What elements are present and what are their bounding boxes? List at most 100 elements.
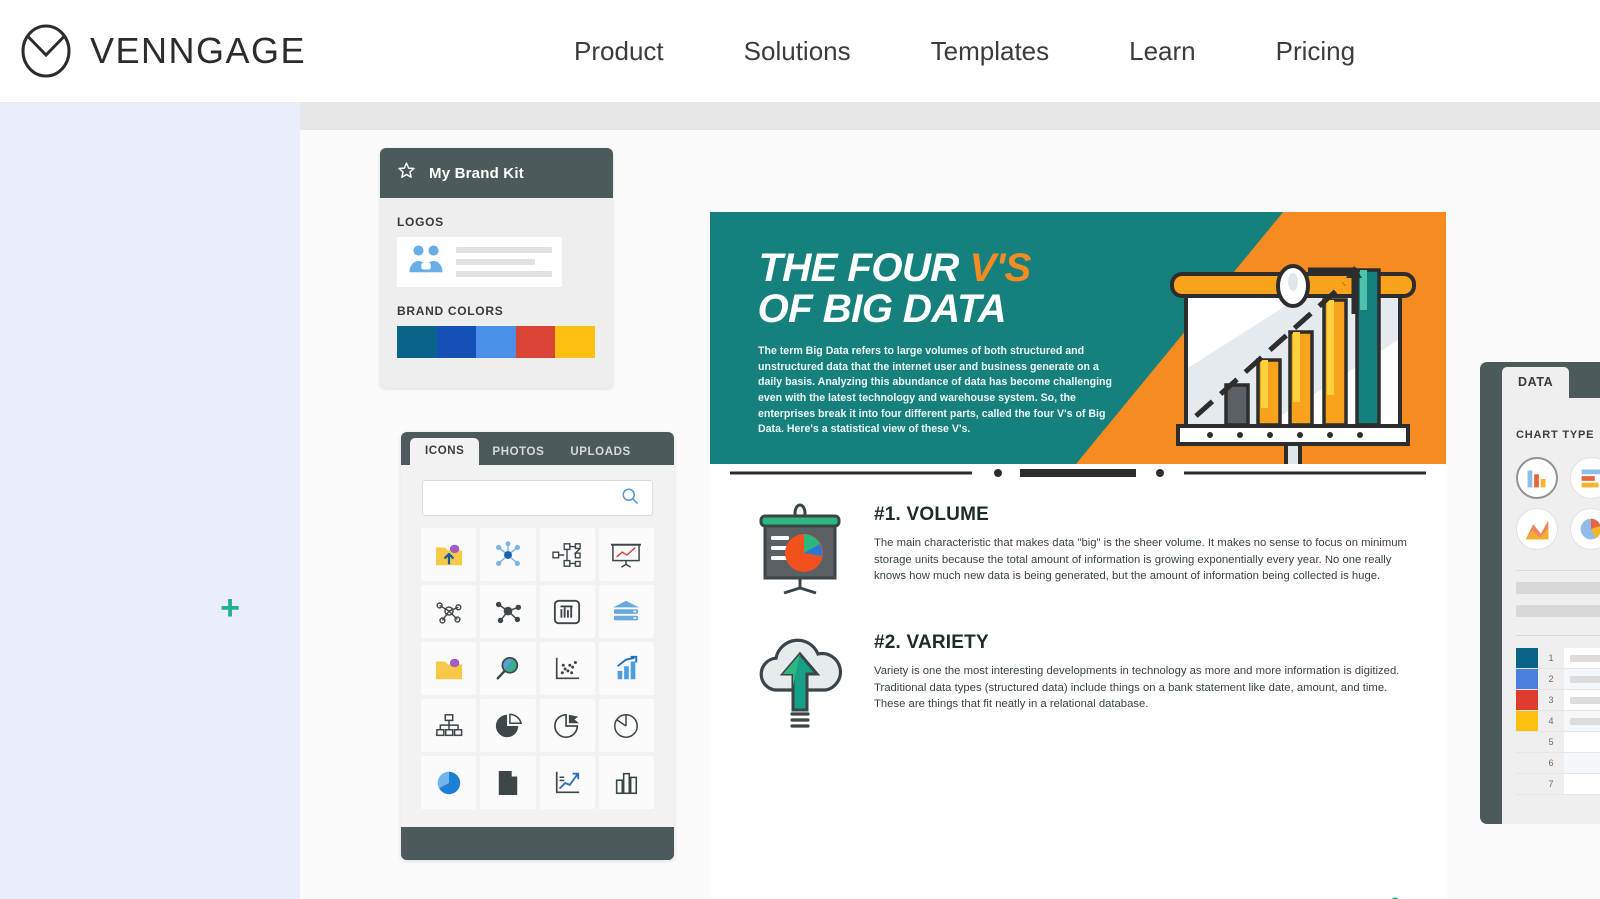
pie-chart-exploded-icon[interactable] — [480, 699, 536, 752]
nav-item-templates[interactable]: Templates — [931, 36, 1050, 67]
row-value-cell[interactable] — [1564, 774, 1600, 794]
icon-results-grid — [421, 528, 654, 809]
table-row[interactable]: 3 — [1516, 690, 1600, 711]
table-row[interactable]: 7 — [1516, 774, 1600, 795]
brand-color-swatch[interactable] — [436, 326, 477, 358]
row-number: 4 — [1538, 711, 1564, 731]
divider — [1516, 635, 1600, 636]
row-value-cell[interactable] — [1564, 669, 1600, 689]
org-chart-icon[interactable] — [421, 699, 477, 752]
brand-logo[interactable]: VENNGAGE — [18, 23, 306, 79]
chart-settings-tabs: DATA — [1480, 362, 1600, 398]
table-row[interactable]: 5 — [1516, 732, 1600, 753]
pie-chart-outline-icon[interactable] — [598, 699, 654, 752]
presentation-pie-chart-icon — [748, 496, 852, 600]
canvas-sheet: My Brand Kit LOGOS BRAND COLORS ICONS PH… — [300, 130, 1600, 899]
data-flow-icon[interactable] — [539, 528, 595, 581]
infographic-item: #1. VOLUME The main characteristic that … — [710, 482, 1446, 600]
node-graph-outline-icon[interactable] — [421, 585, 477, 638]
pie-chart-icon[interactable] — [1570, 508, 1600, 550]
area-chart-icon[interactable] — [1516, 508, 1558, 550]
document-icon[interactable] — [480, 756, 536, 809]
table-row[interactable]: 2 — [1516, 669, 1600, 690]
infographic-item: #2. VARIETY Variety is one the most inte… — [710, 600, 1446, 728]
row-number: 2 — [1538, 669, 1564, 689]
folder-icon[interactable] — [421, 642, 477, 695]
row-number: 1 — [1538, 648, 1564, 668]
column-chart-icon[interactable] — [1516, 457, 1558, 499]
tab-photos[interactable]: PHOTOS — [479, 440, 557, 465]
row-color-swatch[interactable] — [1516, 690, 1538, 710]
top-navigation-bar: VENNGAGE Product Solutions Templates Lea… — [0, 0, 1600, 103]
presentation-chart-icon[interactable] — [598, 528, 654, 581]
nav-item-learn[interactable]: Learn — [1129, 36, 1196, 67]
pie-chart-blue-icon[interactable] — [421, 756, 477, 809]
infographic-item-body: Variety is one the most interesting deve… — [874, 665, 1400, 711]
bar-chart-growth-icon[interactable] — [598, 642, 654, 695]
row-color-swatch[interactable] — [1516, 669, 1538, 689]
bar-chart-outline-icon[interactable] — [598, 756, 654, 809]
magnifier-globe-icon[interactable] — [480, 642, 536, 695]
tab-uploads[interactable]: UPLOADS — [557, 440, 643, 465]
brand-color-swatch[interactable] — [515, 326, 556, 358]
chart-type-section-header[interactable]: CHART TYPE — [1502, 398, 1600, 444]
node-graph-solid-icon[interactable] — [480, 585, 536, 638]
server-rack-framed-icon[interactable] — [539, 585, 595, 638]
tab-icons[interactable]: ICONS — [410, 438, 480, 465]
brand-color-swatch[interactable] — [476, 326, 516, 358]
title-line2: OF BIG DATA — [757, 286, 1007, 331]
infographic-header: THE FOUR V'S OF BIG DATA The term Big Da… — [710, 212, 1446, 464]
search-input[interactable] — [422, 480, 653, 516]
chart-data-table: 1 2 3 4 5 6 7 — [1516, 648, 1600, 795]
people-group-icon — [407, 243, 445, 282]
row-value-cell[interactable] — [1564, 711, 1600, 731]
network-nodes-blue-icon[interactable] — [480, 528, 536, 581]
brand-kit-panel: My Brand Kit LOGOS BRAND COLORS — [380, 148, 613, 388]
row-number: 3 — [1538, 690, 1564, 710]
settings-placeholder-bar — [1516, 582, 1600, 594]
pie-chart-arrow-icon[interactable] — [539, 699, 595, 752]
infographic-item-title: #1. VOLUME — [874, 504, 989, 525]
infographic-title: THE FOUR V'S OF BIG DATA — [757, 246, 1178, 331]
folder-upload-icon[interactable] — [421, 528, 477, 581]
logos-label: LOGOS — [397, 215, 444, 229]
chart-type-options — [1502, 444, 1600, 550]
table-row[interactable]: 1 — [1516, 648, 1600, 669]
row-color-swatch[interactable] — [1516, 711, 1538, 731]
brand-color-swatch[interactable] — [397, 326, 437, 358]
row-value-cell[interactable] — [1564, 690, 1600, 710]
chart-type-label: CHART TYPE — [1516, 429, 1595, 441]
presentation-board-bar-chart-icon — [1148, 248, 1438, 464]
brand-color-swatch[interactable] — [555, 326, 595, 358]
infographic-intro: The term Big Data refers to large volume… — [758, 345, 1112, 436]
nav-item-solutions[interactable]: Solutions — [744, 36, 851, 67]
brand-colors-label: BRAND COLORS — [397, 304, 504, 318]
infographic-divider — [710, 464, 1446, 482]
app-body: + My Brand Kit LOGOS BRAND COLORS ICONS … — [0, 103, 1600, 899]
scatter-plot-icon[interactable] — [539, 642, 595, 695]
assets-panel-tabs: ICONS PHOTOS UPLOADS — [401, 432, 674, 465]
infographic-item-title: #2. VARIETY — [874, 632, 989, 653]
logo-thumbnail-card[interactable] — [397, 237, 562, 287]
table-row[interactable]: 6 — [1516, 753, 1600, 774]
row-value-cell[interactable] — [1564, 648, 1600, 668]
line-chart-icon[interactable] — [539, 756, 595, 809]
row-value-cell[interactable] — [1564, 753, 1600, 773]
bar-chart-icon[interactable] — [1570, 457, 1600, 499]
nav-item-product[interactable]: Product — [574, 36, 664, 67]
search-icon[interactable] — [620, 486, 640, 511]
brand-name: VENNGAGE — [90, 30, 307, 71]
infographic-document[interactable]: THE FOUR V'S OF BIG DATA The term Big Da… — [710, 212, 1446, 899]
row-color-swatch[interactable] — [1516, 648, 1538, 668]
row-color-swatch[interactable] — [1516, 753, 1538, 773]
row-value-cell[interactable] — [1564, 732, 1600, 752]
row-color-swatch[interactable] — [1516, 732, 1538, 752]
star-icon — [397, 161, 416, 185]
assets-panel: ICONS PHOTOS UPLOADS — [401, 432, 674, 860]
nav-item-pricing[interactable]: Pricing — [1276, 36, 1355, 67]
row-color-swatch[interactable] — [1516, 774, 1538, 794]
database-stack-icon[interactable] — [598, 585, 654, 638]
plus-icon[interactable]: + — [214, 591, 246, 625]
tab-data[interactable]: DATA — [1502, 367, 1570, 398]
table-row[interactable]: 4 — [1516, 711, 1600, 732]
